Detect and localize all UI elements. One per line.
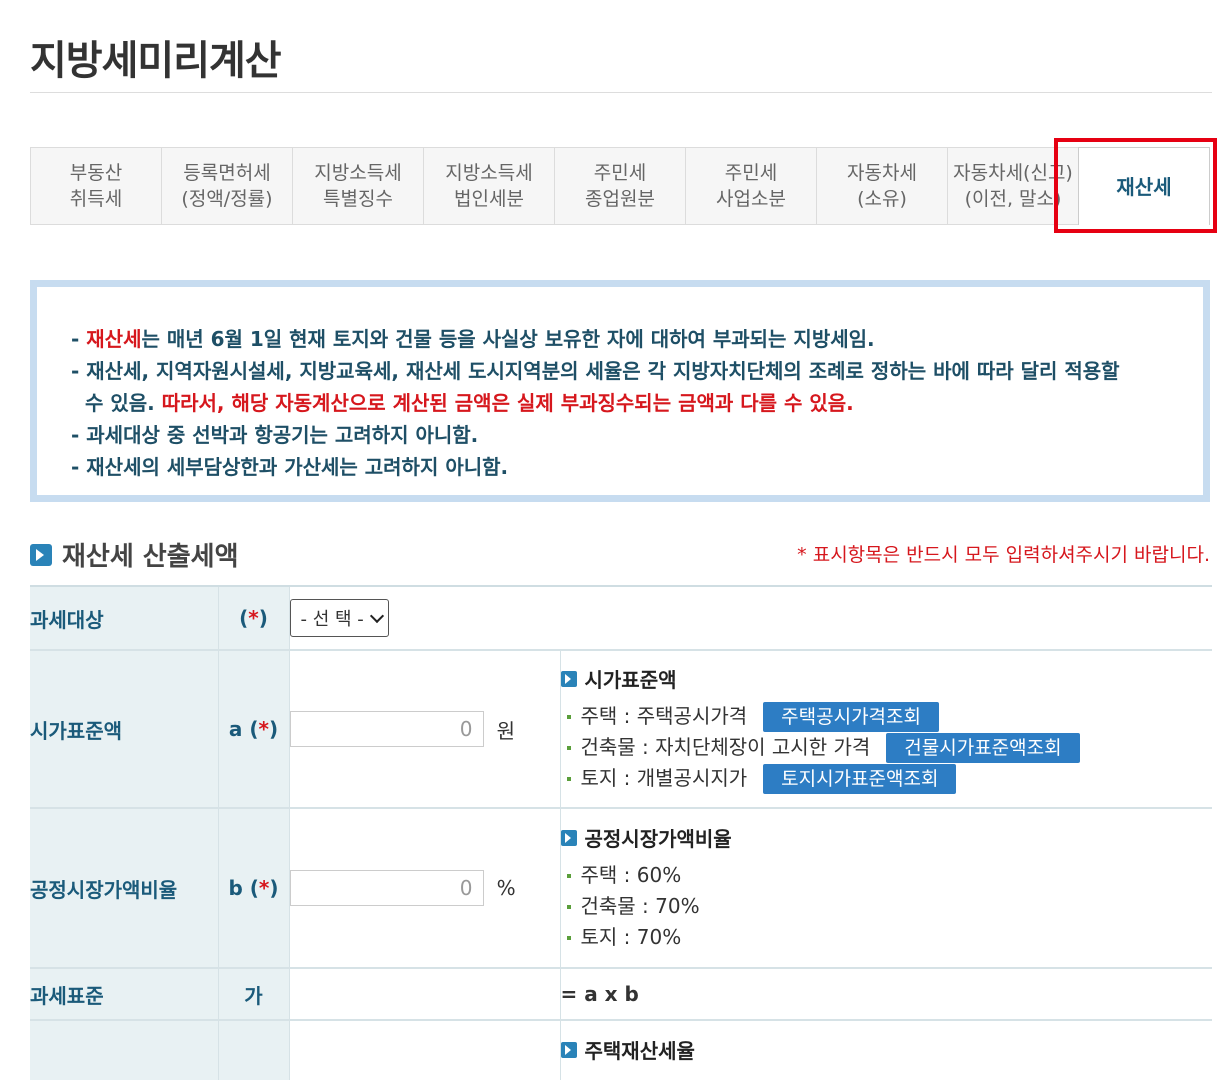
row-label	[30, 1019, 218, 1080]
info-title: 주택재산세율	[584, 1039, 695, 1063]
select-value: - 선 택 -	[300, 609, 364, 630]
arrow-right-icon	[560, 1041, 577, 1058]
tab-local-income-tax-corporate[interactable]: 지방소득세 법인세분	[423, 147, 554, 225]
arrow-right-icon	[560, 829, 577, 846]
info-item: 건축물 : 자치단체장이 고시한 가격 건물시가표준액조회	[561, 732, 1213, 763]
fair-market-ratio-input[interactable]	[289, 870, 484, 906]
tab-local-income-tax-withholding[interactable]: 지방소득세 특별징수	[292, 147, 423, 225]
notice-text: 재산세의 세부담상한과 가산세는 고려하지 아니함.	[86, 455, 509, 479]
notice-text: 는 매년 6월 1일 현재 토지와 건물 등을 사실상 보유한 자에 대하여 부…	[141, 327, 875, 351]
notice-warning: 따라서, 해당 자동계산으로 계산된 금액은 실제 부과징수되는 금액과 다를 …	[161, 391, 854, 415]
arrow-right-icon	[30, 543, 52, 566]
building-price-lookup-button[interactable]: 건물시가표준액조회	[886, 732, 1080, 763]
info-title: 시가표준액	[584, 668, 677, 692]
active-tab-highlight	[1054, 138, 1217, 233]
tab-property-acquisition-tax[interactable]: 부동산 취득세	[30, 147, 161, 225]
info-item: 주택 : 60%	[561, 860, 1213, 891]
notice-item-3: - 과세대상 중 선박과 항공기는 고려하지 아니함.	[71, 423, 479, 447]
row-input-cell: - 선 택 -	[288, 585, 1212, 650]
row-input-cell	[288, 1019, 560, 1080]
bullet-icon	[566, 714, 571, 719]
land-price-lookup-button[interactable]: 토지시가표준액조회	[763, 763, 957, 794]
tab-resident-tax-employee[interactable]: 주민세 종업원분	[554, 147, 685, 225]
unit-label: %	[496, 876, 516, 900]
house-price-lookup-button[interactable]: 주택공시가격조회	[763, 701, 939, 732]
notice-item-1: - 재산세는 매년 6월 1일 현재 토지와 건물 등을 사실상 보유한 자에 …	[71, 327, 875, 351]
info-item: 건축물 : 70%	[561, 891, 1213, 922]
tab-registration-license-tax[interactable]: 등록면허세 (정액/정률)	[161, 147, 292, 225]
info-title: 공정시장가액비율	[584, 827, 732, 851]
notice-text: 재산세, 지역자원시설세, 지방교육세, 재산세 도시지역분의 세율은 각 지방…	[86, 359, 1120, 383]
page-title: 지방세미리계산	[30, 38, 282, 84]
section-header: 재산세 산출세액	[30, 536, 239, 573]
form-row-fair-market-ratio: 공정시장가액비율 b (*) % 공정시장가액비율 주택 : 60% 건축물 :…	[30, 807, 1213, 968]
bullet-icon	[566, 873, 571, 878]
info-item: 토지 : 70%	[561, 922, 1213, 953]
tab-vehicle-tax-ownership[interactable]: 자동차세 (소유)	[816, 147, 947, 225]
row-label: 과세표준	[30, 967, 218, 1020]
house-tax-rate-info: 주택재산세율	[559, 1019, 1212, 1080]
form-row-house-tax-rate: 주택재산세율	[30, 1019, 1212, 1080]
fair-market-ratio-info: 공정시장가액비율 주택 : 60% 건축물 : 70% 토지 : 70%	[559, 807, 1213, 968]
bullet-icon	[566, 745, 571, 750]
section-title: 재산세 산출세액	[62, 542, 239, 572]
tax-tabs: 부동산 취득세 등록면허세 (정액/정률) 지방소득세 특별징수 지방소득세 법…	[30, 147, 1210, 225]
bullet-icon	[566, 904, 571, 909]
chevron-down-icon	[369, 608, 384, 624]
tab-resident-tax-business[interactable]: 주민세 사업소분	[685, 147, 816, 225]
arrow-right-icon	[560, 670, 577, 687]
unit-label: 원	[496, 718, 515, 743]
row-input-cell	[288, 967, 560, 1020]
notice-text: 과세대상 중 선박과 항공기는 고려하지 아니함.	[86, 423, 479, 447]
notice-box: - 재산세는 매년 6월 1일 현재 토지와 건물 등을 사실상 보유한 자에 …	[30, 280, 1210, 502]
form-row-standard-price: 시가표준액 a (*) 원 시가표준액 주택 : 주택공시가격주택공시가격조회 …	[30, 649, 1213, 808]
row-symbol: (*)	[217, 585, 289, 650]
row-symbol: 가	[217, 967, 289, 1020]
title-divider	[30, 92, 1212, 93]
info-item: 토지 : 개별공시지가 토지시가표준액조회	[561, 763, 1213, 794]
bullet-icon	[566, 935, 571, 940]
row-label: 시가표준액	[30, 649, 218, 808]
tax-object-select[interactable]: - 선 택 -	[289, 599, 389, 637]
required-note: * 표시항목은 반드시 모두 입력하셔주시기 바랍니다.	[797, 544, 1210, 566]
form-row-tax-object: 과세대상 (*) - 선 택 -	[30, 585, 1212, 650]
notice-item-4: - 재산세의 세부담상한과 가산세는 고려하지 아니함.	[71, 455, 509, 479]
row-symbol	[217, 1019, 289, 1080]
notice-text: 수 있음.	[85, 391, 155, 415]
standard-price-info: 시가표준액 주택 : 주택공시가격 주택공시가격조회 건축물 : 자치단체장이 고…	[559, 649, 1213, 808]
row-input-cell: 원	[288, 649, 560, 808]
row-label: 과세대상	[30, 585, 218, 650]
row-input-cell: %	[288, 807, 560, 968]
row-label: 공정시장가액비율	[30, 807, 218, 968]
tax-base-formula: = a x b	[559, 967, 1212, 1020]
notice-highlight: 재산세	[86, 327, 142, 351]
calc-form: 과세대상 (*) - 선 택 - 시가표준액 a (*) 원 시가표준액 주택 …	[30, 585, 1212, 1080]
row-symbol: b (*)	[217, 807, 289, 968]
row-symbol: a (*)	[217, 649, 289, 808]
notice-item-2: - 재산세, 지역자원시설세, 지방교육세, 재산세 도시지역분의 세율은 각 …	[71, 359, 1120, 415]
form-row-tax-base: 과세표준 가 = a x b	[30, 967, 1212, 1020]
standard-price-input[interactable]	[289, 711, 484, 747]
bullet-icon	[566, 776, 571, 781]
info-item: 주택 : 주택공시가격 주택공시가격조회	[561, 701, 1213, 732]
